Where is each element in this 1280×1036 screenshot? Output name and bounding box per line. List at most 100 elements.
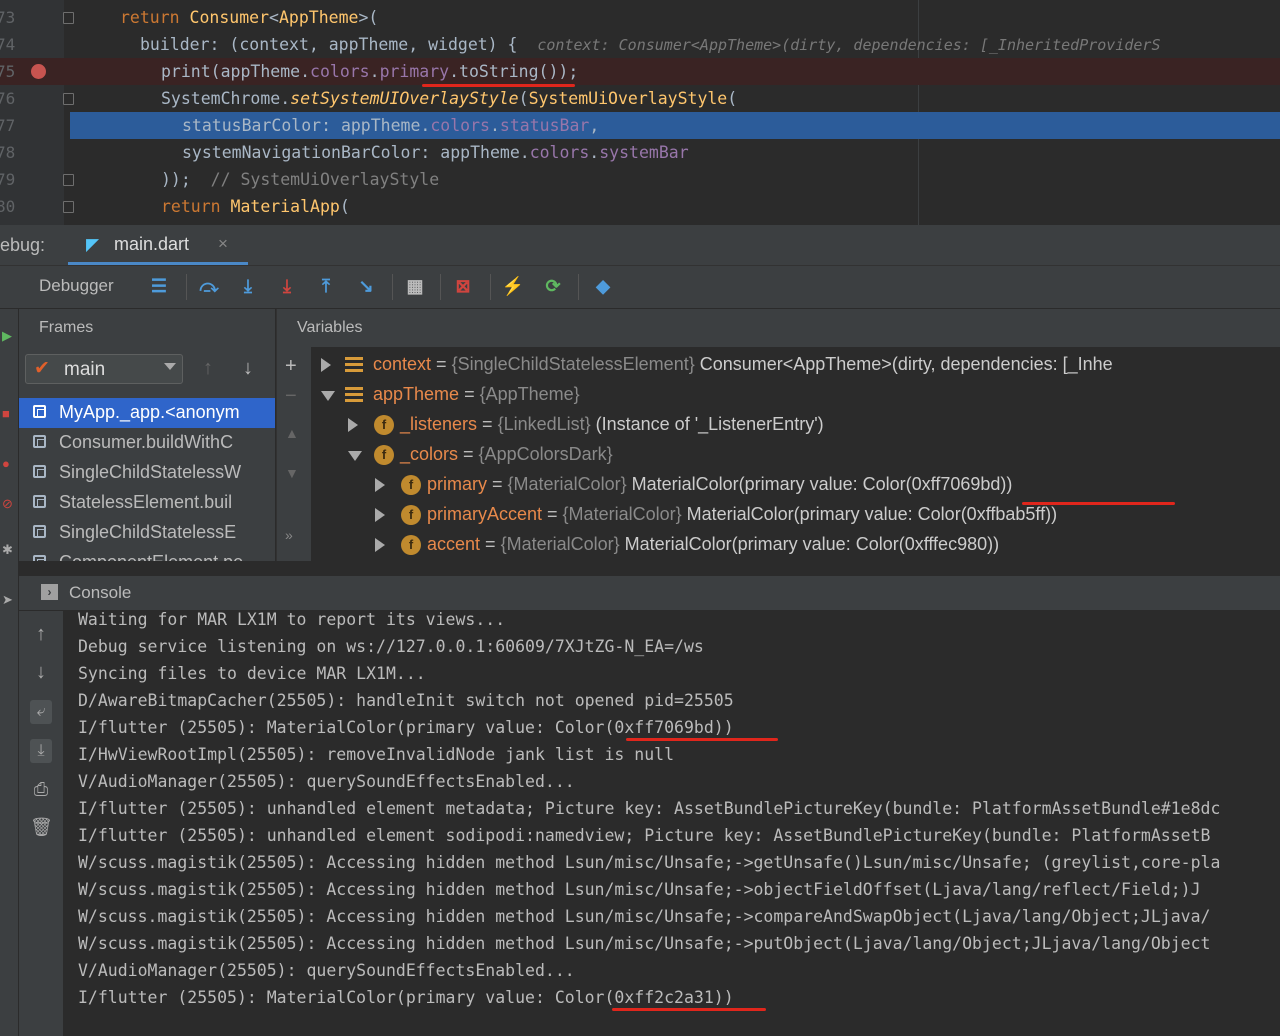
frame-item[interactable]: Consumer.buildWithC — [19, 428, 275, 458]
step-into-icon[interactable]: ⤓ — [235, 272, 261, 300]
console-line: W/scuss.magistik(25505): Accessing hidde… — [78, 880, 1201, 899]
frame-label: StatelessElement.buil — [59, 492, 233, 512]
variable-value: Consumer<AppTheme>(dirty, dependencies: … — [694, 354, 1113, 374]
fold-icon[interactable] — [63, 201, 74, 213]
remove-watch-icon[interactable]: − — [285, 385, 297, 408]
expand-icon[interactable] — [375, 508, 385, 522]
frame-item[interactable]: StatelessElement.buil — [19, 488, 275, 518]
resume-icon[interactable]: ▶ — [2, 328, 12, 344]
code-token: < — [269, 8, 279, 27]
console-title: Console — [69, 583, 132, 602]
code-line[interactable]: 78 systemNavigationBarColor: appTheme.co… — [0, 139, 1280, 166]
frames-title: Frames — [39, 319, 94, 336]
frame-icon — [33, 495, 46, 508]
variable-name: accent — [427, 534, 481, 554]
variable-type: {MaterialColor} — [562, 504, 682, 524]
variables-panel: Variables + − ▲ ▼ » context = {SingleChi… — [276, 309, 1280, 561]
frame-item[interactable]: MyApp._app.<anonym — [19, 398, 275, 428]
code-token: ( — [727, 89, 738, 108]
fold-icon[interactable] — [63, 12, 74, 24]
line-number: 77 — [0, 116, 16, 135]
chevron-down-icon — [164, 363, 176, 370]
expand-icon[interactable] — [375, 478, 385, 492]
code-line[interactable]: 74 builder: (context, appTheme, widget) … — [0, 31, 1280, 58]
trash-icon[interactable]: 🗑 — [30, 817, 53, 841]
drop-frame-icon[interactable]: ⊠ — [450, 272, 476, 300]
code-editor[interactable]: 73 return Consumer<AppTheme>( 74 builder… — [0, 0, 1280, 225]
variable-name: _listeners — [400, 414, 478, 434]
thread-select-value: main — [64, 359, 106, 380]
force-step-into-icon[interactable]: ⤓ — [274, 272, 300, 300]
close-icon[interactable]: × — [218, 234, 228, 254]
dart-devtools-icon[interactable]: ◆ — [590, 272, 616, 300]
tab-main-dart[interactable]: ◤ main.dart × — [68, 225, 248, 265]
collapse-icon[interactable] — [348, 451, 362, 461]
code-line-current[interactable]: 77 statusBarColor: appTheme.colors.statu… — [0, 112, 1280, 139]
code-token: print(appTheme. — [161, 62, 311, 81]
variable-text: _colors = {AppColorsDark} — [400, 444, 613, 465]
evaluate-expression-icon[interactable]: ▦ — [402, 272, 428, 300]
variables-header: Variables — [277, 309, 1280, 347]
show-execution-point-icon[interactable]: ☰ — [146, 272, 172, 300]
stop-icon[interactable]: ■ — [2, 406, 10, 421]
field-icon: f — [401, 535, 421, 555]
code-text: builder: (context, appTheme, widget) { c… — [140, 31, 1160, 59]
variable-eq: = — [459, 384, 480, 404]
frame-item[interactable]: ComponentElement.pe — [19, 548, 275, 561]
breakpoint-icon[interactable] — [31, 64, 46, 79]
hot-reload-icon[interactable]: ⚡ — [500, 272, 526, 300]
expand-icon[interactable] — [348, 418, 358, 432]
code-token: colors — [529, 143, 590, 162]
code-token: return — [161, 197, 231, 216]
scroll-to-end-icon[interactable]: ⤓ — [30, 739, 52, 763]
fold-icon[interactable] — [63, 93, 74, 105]
arrow-down-icon[interactable]: ↓ — [243, 357, 253, 380]
check-icon: ✔ — [34, 358, 50, 379]
red-underline-annotation — [612, 1008, 766, 1011]
debug-label: ebug: — [0, 235, 46, 255]
settings-icon[interactable]: ✱ — [2, 542, 13, 558]
step-out-icon[interactable]: ⤒ — [313, 272, 339, 300]
frame-icon — [33, 405, 46, 418]
move-up-icon[interactable]: ▲ — [285, 425, 299, 441]
code-text: statusBarColor: appTheme.colors.statusBa… — [182, 112, 599, 139]
console-line: W/scuss.magistik(25505): Accessing hidde… — [78, 907, 1211, 926]
move-down-icon[interactable]: ▼ — [285, 465, 299, 481]
console-header[interactable]: › Console — [19, 576, 1280, 610]
debugger-tab[interactable]: Debugger — [39, 276, 114, 296]
frame-icon — [33, 435, 46, 448]
mute-breakpoints-icon[interactable]: ⊘ — [2, 496, 13, 512]
pin-icon[interactable]: ➤ — [2, 592, 13, 608]
frame-item[interactable]: SingleChildStatelessW — [19, 458, 275, 488]
hot-restart-icon[interactable]: ⟳ — [540, 272, 566, 300]
frame-item[interactable]: SingleChildStatelessE — [19, 518, 275, 548]
print-icon[interactable]: ⎙ — [30, 779, 52, 803]
view-breakpoints-icon[interactable]: ● — [2, 456, 10, 471]
line-number: 76 — [0, 89, 16, 108]
code-token: . — [589, 143, 600, 162]
variable-type: {MaterialColor} — [500, 534, 620, 554]
variable-text: accent = {MaterialColor} MaterialColor(p… — [427, 534, 999, 555]
code-line[interactable]: 80 return MaterialApp( — [0, 193, 1280, 220]
code-line[interactable]: 79 )); // SystemUiOverlayStyle — [0, 166, 1280, 193]
code-line[interactable]: 73 return Consumer<AppTheme>( — [0, 4, 1280, 31]
collapse-icon[interactable] — [321, 391, 335, 401]
more-icon[interactable]: » — [285, 527, 293, 543]
expand-icon[interactable] — [375, 538, 385, 552]
arrow-up-icon[interactable]: ↑ — [203, 357, 213, 380]
line-number: 78 — [0, 143, 16, 162]
run-to-cursor-icon[interactable]: ↘ — [353, 272, 379, 300]
arrow-up-icon[interactable]: ↑ — [30, 623, 52, 647]
console-output[interactable]: Waiting for MAR LX1M to report its views… — [64, 611, 1280, 1036]
expand-icon[interactable] — [321, 358, 331, 372]
add-watch-icon[interactable]: + — [285, 355, 297, 378]
arrow-down-icon[interactable]: ↓ — [30, 661, 52, 685]
code-line-breakpoint[interactable]: 75 print(appTheme.colors.primary.toStrin… — [0, 58, 1280, 85]
code-line[interactable]: 76 SystemChrome.setSystemUIOverlayStyle(… — [0, 85, 1280, 112]
soft-wrap-icon[interactable]: ⤶ — [30, 700, 52, 724]
thread-select[interactable]: ✔ main — [25, 354, 183, 384]
variable-value: (Instance of '_ListenerEntry') — [590, 414, 824, 434]
fold-icon[interactable] — [63, 174, 74, 186]
step-over-icon[interactable]: ⤼ — [196, 272, 222, 300]
object-icon — [345, 357, 363, 374]
